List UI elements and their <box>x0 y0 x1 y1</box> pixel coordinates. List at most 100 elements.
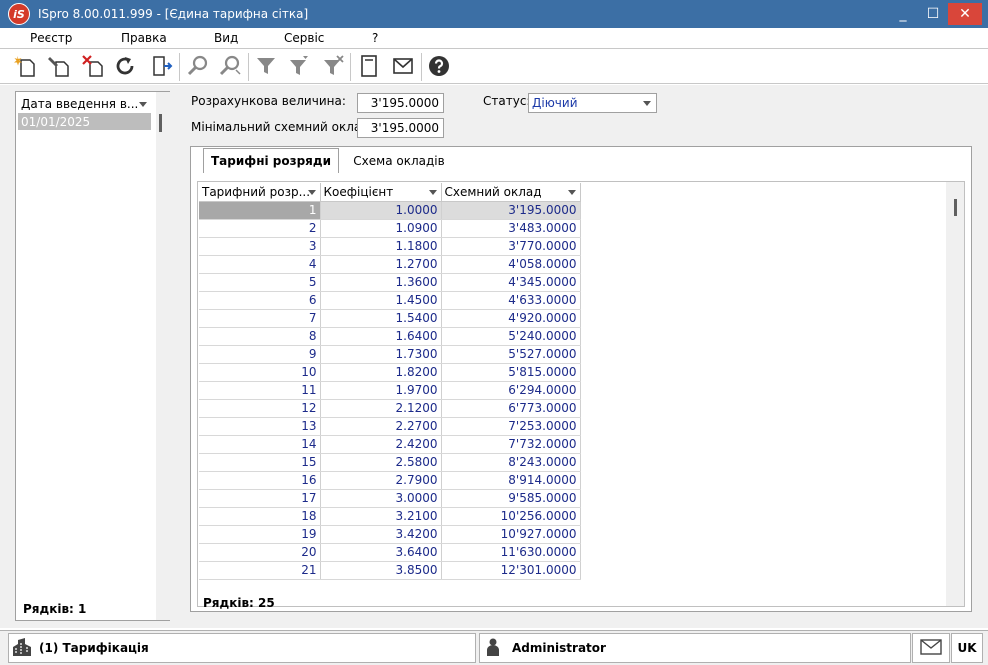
filter-set-icon[interactable] <box>286 53 312 79</box>
cell-coefficient[interactable]: 1.4500 <box>320 291 442 310</box>
filter-clear-icon[interactable] <box>320 53 346 79</box>
cell-salary[interactable]: 7'253.0000 <box>441 417 581 436</box>
cell-coefficient[interactable]: 3.4200 <box>320 525 442 544</box>
menu-registry[interactable]: Реєстр <box>30 31 72 45</box>
cell-grade[interactable]: 5 <box>199 273 321 292</box>
cell-salary[interactable]: 6'294.0000 <box>441 381 581 400</box>
cell-grade[interactable]: 6 <box>199 291 321 310</box>
table-row[interactable]: 7 1.5400 4'920.0000 <box>199 309 581 328</box>
table-row[interactable]: 16 2.7900 8'914.0000 <box>199 471 581 490</box>
cell-salary[interactable]: 4'633.0000 <box>441 291 581 310</box>
cell-grade[interactable]: 8 <box>199 327 321 346</box>
cell-salary[interactable]: 5'815.0000 <box>441 363 581 382</box>
table-row[interactable]: 17 3.0000 9'585.0000 <box>199 489 581 508</box>
table-row[interactable]: 4 1.2700 4'058.0000 <box>199 255 581 274</box>
cell-salary[interactable]: 7'732.0000 <box>441 435 581 454</box>
help-icon[interactable] <box>426 53 452 79</box>
cell-grade[interactable]: 1 <box>199 201 321 220</box>
edit-icon[interactable] <box>46 53 72 79</box>
cell-salary[interactable]: 8'243.0000 <box>441 453 581 472</box>
cell-grade[interactable]: 3 <box>199 237 321 256</box>
cell-salary[interactable]: 3'770.0000 <box>441 237 581 256</box>
cell-coefficient[interactable]: 3.6400 <box>320 543 442 562</box>
cell-grade[interactable]: 16 <box>199 471 321 490</box>
cell-grade[interactable]: 21 <box>199 561 321 580</box>
cell-grade[interactable]: 9 <box>199 345 321 364</box>
table-row[interactable]: 10 1.8200 5'815.0000 <box>199 363 581 382</box>
cell-coefficient[interactable]: 3.0000 <box>320 489 442 508</box>
date-list-header[interactable]: Дата введення в... <box>18 95 152 113</box>
cell-salary[interactable]: 5'240.0000 <box>441 327 581 346</box>
table-row[interactable]: 9 1.7300 5'527.0000 <box>199 345 581 364</box>
status-module[interactable]: (1) Тарифікація <box>8 633 476 663</box>
cell-salary[interactable]: 4'058.0000 <box>441 255 581 274</box>
scrollbar-thumb[interactable] <box>159 114 162 132</box>
table-row[interactable]: 19 3.4200 10'927.0000 <box>199 525 581 544</box>
cell-salary[interactable]: 8'914.0000 <box>441 471 581 490</box>
cell-grade[interactable]: 15 <box>199 453 321 472</box>
table-row[interactable]: 21 3.8500 12'301.0000 <box>199 561 581 580</box>
cell-coefficient[interactable]: 2.4200 <box>320 435 442 454</box>
chevron-down-icon[interactable] <box>139 102 147 107</box>
column-header-salary[interactable]: Схемний оклад <box>441 183 581 202</box>
cell-salary[interactable]: 12'301.0000 <box>441 561 581 580</box>
language-indicator[interactable]: UK <box>951 633 983 663</box>
cell-coefficient[interactable]: 3.2100 <box>320 507 442 526</box>
cell-coefficient[interactable]: 1.7300 <box>320 345 442 364</box>
cell-grade[interactable]: 17 <box>199 489 321 508</box>
filter-icon[interactable] <box>253 53 279 79</box>
delete-icon[interactable] <box>80 53 106 79</box>
calc-value-field[interactable]: 3'195.0000 <box>357 93 444 113</box>
cell-coefficient[interactable]: 1.6400 <box>320 327 442 346</box>
table-row[interactable]: 12 2.1200 6'773.0000 <box>199 399 581 418</box>
cell-salary[interactable]: 11'630.0000 <box>441 543 581 562</box>
table-row[interactable]: 8 1.6400 5'240.0000 <box>199 327 581 346</box>
table-row[interactable]: 6 1.4500 4'633.0000 <box>199 291 581 310</box>
new-icon[interactable] <box>12 53 38 79</box>
minimize-button[interactable]: _ <box>888 0 918 28</box>
mail-status-button[interactable] <box>912 633 950 663</box>
cell-salary[interactable]: 3'483.0000 <box>441 219 581 238</box>
cell-salary[interactable]: 9'585.0000 <box>441 489 581 508</box>
cell-coefficient[interactable]: 1.5400 <box>320 309 442 328</box>
tab-tariff-grades[interactable]: Тарифні розряди <box>203 148 339 173</box>
list-item[interactable]: 01/01/2025 <box>18 113 151 130</box>
cell-salary[interactable]: 6'773.0000 <box>441 399 581 418</box>
cell-salary[interactable]: 10'927.0000 <box>441 525 581 544</box>
mail-icon[interactable] <box>390 53 416 79</box>
table-row[interactable]: 13 2.2700 7'253.0000 <box>199 417 581 436</box>
exit-icon[interactable] <box>148 53 174 79</box>
cell-salary[interactable]: 10'256.0000 <box>441 507 581 526</box>
cell-coefficient[interactable]: 1.0000 <box>320 201 442 220</box>
cell-coefficient[interactable]: 1.9700 <box>320 381 442 400</box>
tariff-grid[interactable]: Тарифний розр... Коефіцієнт Схемний окла… <box>197 181 965 607</box>
cell-salary[interactable]: 3'195.0000 <box>441 201 581 220</box>
cell-grade[interactable]: 11 <box>199 381 321 400</box>
menu-help[interactable]: ? <box>372 31 378 45</box>
cell-coefficient[interactable]: 3.8500 <box>320 561 442 580</box>
find-next-icon[interactable] <box>217 53 243 79</box>
cell-salary[interactable]: 4'920.0000 <box>441 309 581 328</box>
column-header-grade[interactable]: Тарифний розр... <box>199 183 321 202</box>
table-row[interactable]: 1 1.0000 3'195.0000 <box>199 201 581 220</box>
date-list[interactable]: Дата введення в... 01/01/2025 Рядків: 1 <box>15 91 170 621</box>
status-select[interactable]: Діючий <box>528 93 657 113</box>
cell-coefficient[interactable]: 2.7900 <box>320 471 442 490</box>
close-button[interactable]: ✕ <box>948 3 982 25</box>
scrollbar-thumb[interactable] <box>954 199 957 216</box>
cell-grade[interactable]: 19 <box>199 525 321 544</box>
cell-coefficient[interactable]: 1.8200 <box>320 363 442 382</box>
cell-coefficient[interactable]: 1.0900 <box>320 219 442 238</box>
maximize-button[interactable]: ☐ <box>918 0 948 28</box>
cell-grade[interactable]: 2 <box>199 219 321 238</box>
cell-coefficient[interactable]: 1.1800 <box>320 237 442 256</box>
cell-salary[interactable]: 5'527.0000 <box>441 345 581 364</box>
cell-grade[interactable]: 14 <box>199 435 321 454</box>
cell-grade[interactable]: 10 <box>199 363 321 382</box>
cell-grade[interactable]: 4 <box>199 255 321 274</box>
cell-grade[interactable]: 12 <box>199 399 321 418</box>
column-header-coefficient[interactable]: Коефіцієнт <box>320 183 442 202</box>
cell-salary[interactable]: 4'345.0000 <box>441 273 581 292</box>
table-row[interactable]: 14 2.4200 7'732.0000 <box>199 435 581 454</box>
table-row[interactable]: 20 3.6400 11'630.0000 <box>199 543 581 562</box>
